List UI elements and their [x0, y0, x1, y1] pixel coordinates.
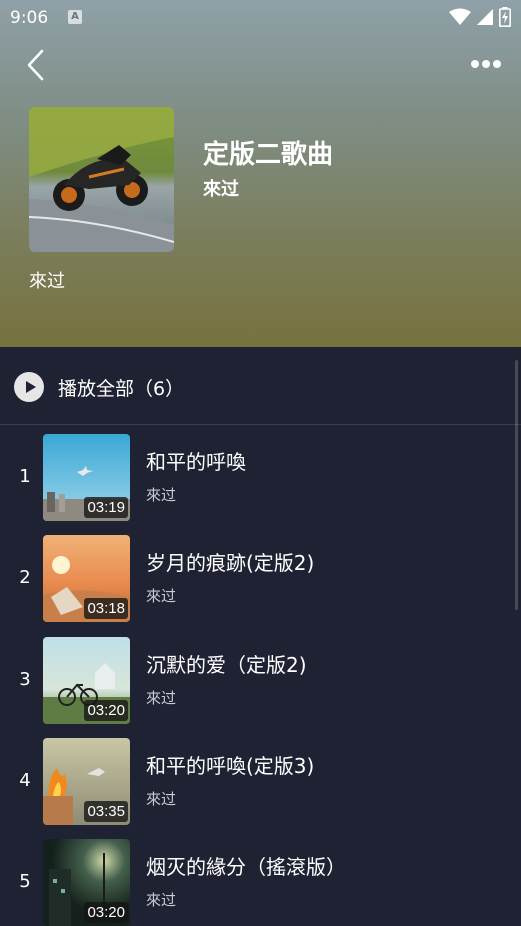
song-row[interactable]: 4 03:35 和平的呼喚(定版3) 來过 — [0, 730, 521, 831]
song-artist: 來过 — [146, 891, 177, 910]
song-row[interactable]: 5 03:20 烟灭的緣分（搖滾版） 來过 — [0, 831, 521, 926]
song-row[interactable]: 2 03:18 岁月的痕跡(定版2) 來过 — [0, 527, 521, 628]
more-button[interactable] — [469, 52, 503, 76]
song-title: 烟灭的緣分（搖滾版） — [146, 855, 346, 880]
song-title: 和平的呼喚(定版3) — [146, 753, 315, 778]
song-row[interactable]: 3 03:20 沉默的爱（定版2) 來过 — [0, 629, 521, 730]
album-description: 來过 — [29, 271, 65, 292]
album-header: 9:06 A 定版二歌曲 來过 來过 — [0, 0, 521, 347]
song-duration: 03:35 — [84, 800, 128, 822]
chevron-left-icon — [27, 49, 44, 81]
album-cover[interactable] — [29, 107, 174, 252]
notification-icon: A — [68, 10, 82, 24]
song-artist: 來过 — [146, 587, 177, 606]
song-title: 和平的呼喚 — [146, 450, 246, 474]
play-all-label[interactable]: 播放全部（6） — [58, 374, 184, 401]
song-title: 沉默的爱（定版2) — [146, 652, 307, 677]
song-thumbnail: 03:19 — [43, 434, 130, 521]
signal-icon — [476, 8, 493, 25]
motorcycle-image — [29, 107, 174, 252]
back-button[interactable] — [22, 48, 52, 82]
status-time: 9:06 — [10, 8, 49, 28]
song-thumbnail: 03:18 — [43, 535, 130, 623]
play-icon[interactable] — [14, 372, 44, 402]
song-artist: 來过 — [146, 688, 177, 707]
status-bar: 9:06 A — [0, 0, 521, 36]
song-title: 岁月的痕跡(定版2) — [146, 551, 315, 576]
song-thumbnail: 03:20 — [43, 636, 130, 724]
wifi-icon — [448, 8, 471, 25]
song-row[interactable]: 1 03:19 和平的呼喚 來过 — [0, 426, 521, 527]
scrollbar[interactable] — [515, 360, 518, 610]
status-icons — [448, 6, 511, 28]
battery-charging-icon — [499, 6, 511, 27]
play-all-bar[interactable]: 播放全部（6） — [0, 347, 521, 425]
song-duration: 03:20 — [84, 699, 128, 721]
song-list: 1 03:19 和平的呼喚 來过 2 03:18 岁月的痕跡(定版2) 來过 3… — [0, 426, 521, 926]
song-artist: 來过 — [146, 789, 177, 808]
song-duration: 03:19 — [84, 497, 128, 518]
album-artist[interactable]: 來过 — [203, 175, 239, 201]
more-dots-icon — [471, 60, 501, 68]
song-thumbnail: 03:20 — [43, 839, 130, 926]
song-duration: 03:18 — [84, 598, 128, 620]
song-thumbnail: 03:35 — [43, 737, 130, 825]
song-duration: 03:20 — [84, 902, 128, 924]
song-artist: 來过 — [146, 486, 177, 504]
album-title: 定版二歌曲 — [203, 140, 334, 170]
